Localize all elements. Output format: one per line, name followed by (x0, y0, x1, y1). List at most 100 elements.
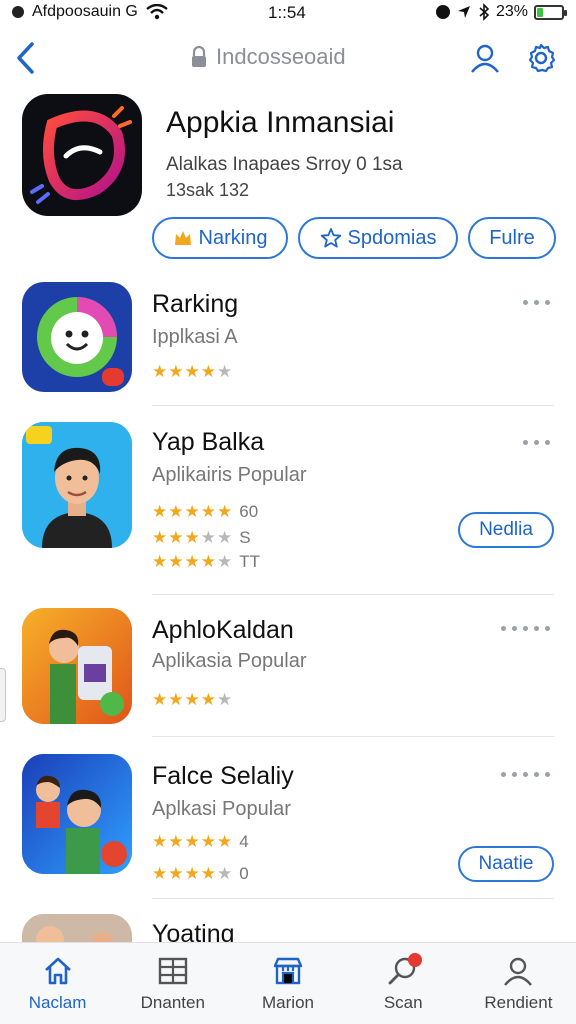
app-icon (22, 422, 132, 548)
star-icon (320, 228, 341, 248)
tab-categories[interactable]: Dnanten (115, 943, 230, 1024)
chip-promotions[interactable]: Spdomias (298, 217, 458, 259)
list-item[interactable]: Rarking Ipplkasi A ★★★★★ (0, 278, 576, 406)
star-empty-icon: ★ (217, 864, 234, 883)
install-button[interactable]: Naatie (458, 846, 554, 882)
star-filled-icon: ★ (184, 690, 201, 709)
featured-subtitle: Alalkas Inapaes Srroy 0 1sa (166, 154, 403, 175)
star-filled-icon: ★ (200, 552, 217, 571)
featured-meta: 13sak 132 (166, 180, 250, 200)
star-filled-icon: ★ (168, 832, 185, 851)
rating-count: 4 (239, 832, 249, 851)
camera-dot-icon (12, 6, 24, 18)
star-filled-icon: ★ (152, 502, 169, 521)
star-filled-icon: ★ (200, 832, 217, 851)
location-icon (457, 6, 470, 18)
star-filled-icon: ★ (168, 864, 185, 883)
star-filled-icon: ★ (200, 362, 217, 381)
tab-home[interactable]: Naclam (0, 943, 115, 1024)
rating-count: 0 (239, 864, 249, 883)
list-item[interactable]: Falce Selaliy Aplkasi Popular ★★★★★ 4 ★★… (0, 750, 576, 899)
more-options-button[interactable] (501, 772, 550, 777)
rating-count: 60 (239, 502, 259, 521)
star-filled-icon: ★ (152, 552, 169, 571)
star-filled-icon: ★ (152, 864, 169, 883)
tab-store[interactable]: Marion (230, 943, 345, 1024)
back-button[interactable] (10, 40, 40, 76)
more-options-button[interactable] (523, 300, 550, 305)
star-rating-icon: ★★★★★ (152, 552, 233, 572)
list-item[interactable]: AphloKaldan Aplikasia Popular ★★★★★ (0, 606, 576, 738)
gear-icon (528, 43, 556, 73)
app-name: Yap Balka (152, 428, 265, 456)
divider (152, 405, 554, 406)
profile-icon (504, 957, 533, 986)
profile-icon (471, 44, 499, 73)
rating-count: S (239, 528, 251, 547)
notification-badge (407, 953, 422, 967)
chip-future[interactable]: Fulre (468, 217, 556, 259)
featured-title: Appkia Inmansiai (166, 106, 395, 139)
alarm-icon (435, 5, 450, 19)
more-options-button[interactable] (523, 440, 550, 445)
star-rating-icon: ★★★★★ (152, 528, 233, 548)
tab-label: Dnanten (140, 993, 205, 1012)
status-time: 1::54 (268, 3, 306, 22)
side-handle[interactable] (0, 668, 6, 722)
more-options-button[interactable] (501, 626, 550, 631)
app-rating: ★★★★★ TT (152, 552, 260, 572)
store-icon (273, 957, 303, 985)
app-name: Rarking (152, 290, 239, 318)
install-button[interactable]: Nedlia (458, 512, 554, 548)
app-category: Ipplkasi A (152, 326, 238, 348)
app-rating: ★★★★★ 60 (152, 502, 258, 522)
star-filled-icon: ★ (184, 502, 201, 521)
star-filled-icon: ★ (217, 502, 234, 521)
app-icon (22, 282, 132, 392)
app-rating: ★★★★★ (152, 362, 233, 382)
tab-label: Scan (383, 993, 423, 1012)
app-name: Falce Selaliy (152, 762, 294, 790)
star-filled-icon: ★ (200, 864, 217, 883)
star-filled-icon: ★ (184, 528, 201, 547)
battery-icon (534, 4, 567, 20)
app-icon (22, 754, 132, 874)
divider (152, 736, 554, 737)
star-filled-icon: ★ (168, 528, 185, 547)
star-filled-icon: ★ (152, 832, 169, 851)
featured-app: Appkia Inmansiai Alalkas Inapaes Srroy 0… (0, 92, 576, 272)
tab-search[interactable]: Scan (346, 943, 461, 1024)
settings-button[interactable] (523, 40, 559, 76)
star-filled-icon: ★ (168, 552, 185, 571)
nav-title-group: Indcosseoaid (190, 44, 346, 70)
status-right: 23% (435, 3, 567, 21)
bluetooth-icon (479, 3, 490, 21)
star-filled-icon: ★ (168, 362, 185, 381)
nav-title: Indcosseoaid (216, 44, 346, 69)
chevron-left-icon (17, 42, 34, 74)
star-empty-icon: ★ (217, 362, 234, 381)
account-button[interactable] (467, 40, 503, 76)
tab-label: Rendient (484, 993, 553, 1012)
app-name: AphloKaldan (152, 616, 294, 644)
crown-icon (174, 231, 191, 245)
flame-logo-icon (30, 106, 132, 204)
battery-level (537, 7, 543, 17)
tab-bar: Naclam Dnanten Marion Scan Rendient (0, 942, 576, 1024)
featured-app-icon[interactable] (22, 94, 142, 216)
tab-profile[interactable]: Rendient (461, 943, 576, 1024)
app-rating: ★★★★★ S (152, 528, 251, 548)
list-item[interactable]: Yap Balka Aplikairis Popular ★★★★★ 60 ★★… (0, 418, 576, 595)
app-rating: ★★★★★ 0 (152, 864, 249, 884)
nav-bar: Indcosseoaid (0, 36, 576, 82)
divider (152, 898, 554, 899)
app-icon (22, 608, 132, 724)
status-bar: Afdpoosauin G 1::54 23% (0, 0, 576, 26)
star-empty-icon: ★ (217, 552, 234, 571)
star-filled-icon: ★ (217, 832, 234, 851)
star-filled-icon: ★ (152, 690, 169, 709)
star-empty-icon: ★ (200, 528, 217, 547)
chip-ranking[interactable]: Narking (152, 217, 288, 259)
tab-label: Naclam (28, 993, 87, 1012)
star-filled-icon: ★ (168, 690, 185, 709)
